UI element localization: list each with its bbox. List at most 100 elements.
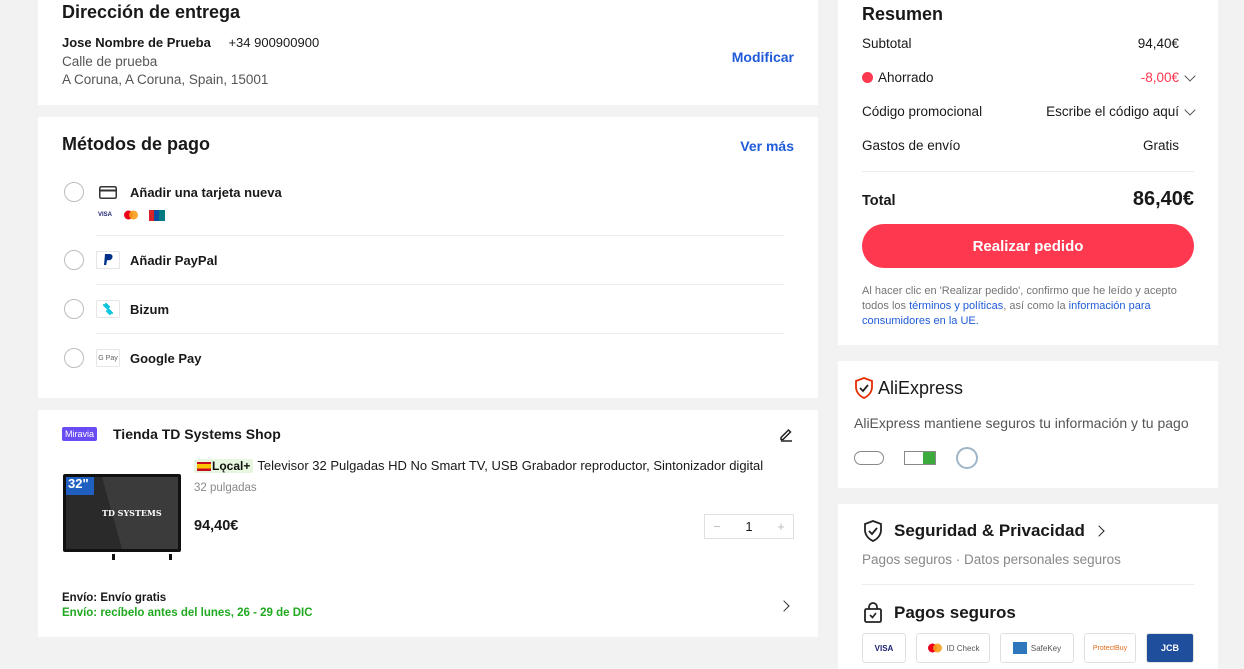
jcb-secure-badge: JCB: [1146, 633, 1194, 663]
address-title: Dirección de entrega: [62, 2, 241, 22]
security-subtitle: Pagos seguros · Datos personales seguros: [862, 552, 1121, 567]
divider: [862, 171, 1194, 172]
radio-card[interactable]: [64, 182, 84, 202]
payment-option-label: Bizum: [130, 302, 169, 317]
radio-google-pay[interactable]: [64, 348, 84, 368]
chevron-right-icon[interactable]: [778, 600, 790, 612]
address-name: Jose Nombre de Prueba +34 900900900: [62, 35, 319, 50]
protectbuy-badge: ProtectBuy: [1084, 633, 1136, 663]
terms-link[interactable]: términos y políticas: [909, 300, 1003, 312]
shipping-cost-label: Gastos de envío: [862, 138, 961, 153]
secure-payments-title: Pagos seguros: [894, 603, 1016, 622]
summary-card: Resumen Subtotal 94,40€ Ahorrado -8,00€ …: [838, 0, 1218, 345]
shop-card: Miravia Tienda TD Systems Shop 32" TD SY…: [38, 410, 818, 637]
local-badge-text: Lǫcal+: [212, 459, 251, 473]
total-label: Total: [862, 193, 896, 209]
card-brands: VISA: [96, 210, 166, 221]
modify-address-link[interactable]: Modificar: [732, 49, 794, 65]
product-title-row[interactable]: Lǫcal+ Televisor 32 Pulgadas HD No Smart…: [194, 458, 794, 478]
subtotal-label: Subtotal: [862, 36, 912, 51]
bizum-icon: [96, 300, 120, 318]
spain-flag-icon: [197, 462, 211, 471]
qty-decrease-button[interactable]: −: [705, 519, 729, 534]
amex-safekey-badge: SafeKey: [1000, 633, 1074, 663]
shipping-label: Envío: Envío gratis: [62, 592, 167, 604]
divider: [96, 235, 784, 236]
place-order-button[interactable]: Realizar pedido: [862, 224, 1194, 268]
certification-badge-icon: [956, 447, 978, 469]
payment-option-label: Añadir PayPal: [130, 253, 218, 268]
payment-option-card[interactable]: Añadir una tarjeta nueva VISA: [38, 180, 818, 232]
idcheck-text: ID Check: [946, 643, 980, 653]
radio-bizum[interactable]: [64, 299, 84, 319]
aliexpress-header: AliExpress: [854, 377, 963, 399]
see-more-link[interactable]: Ver más: [740, 138, 794, 154]
product-image[interactable]: 32" TD SYSTEMS: [62, 472, 182, 562]
mastercard-idcheck-badge: ID Check: [916, 633, 990, 663]
edit-icon[interactable]: [778, 426, 794, 442]
local-badge: Lǫcal+: [194, 459, 254, 473]
safekey-text: SafeKey: [1030, 643, 1062, 653]
subtotal-value: 94,40€: [1137, 36, 1179, 51]
trust-badges: [854, 447, 978, 469]
shield-check-icon: [862, 520, 884, 542]
tv-size-label: 32": [68, 476, 89, 491]
product-price: 94,40€: [194, 518, 239, 534]
aliexpress-text: AliExpress mantiene seguros tu informaci…: [854, 415, 1189, 431]
address-street: Calle de prueba: [62, 54, 158, 69]
aliexpress-brand: AliExpress: [878, 377, 964, 398]
divider: [96, 284, 784, 285]
promo-label: Código promocional: [862, 104, 983, 119]
delivery-estimate: Envío: recíbelo antes del lunes, 26 - 29…: [62, 607, 313, 619]
divider: [862, 584, 1194, 585]
promo-input[interactable]: Escribe el código aquí: [1046, 104, 1179, 119]
recipient-phone: +34 900900900: [228, 35, 320, 50]
shopping-bag-icon: [862, 602, 884, 624]
divider: [96, 333, 784, 334]
paypal-icon: [96, 251, 120, 269]
payment-option-google-pay[interactable]: G Pay Google Pay: [38, 347, 818, 387]
payment-card: Métodos de pago Ver más Añadir una tarje…: [38, 117, 818, 398]
security-title: Seguridad & Privacidad: [894, 521, 1085, 540]
miravia-badge: Miravia: [62, 427, 98, 441]
visa-icon: VISA: [97, 212, 112, 218]
legal-text-part: , así como la: [1003, 300, 1069, 312]
total-value: 86,40€: [1132, 188, 1194, 210]
radio-paypal[interactable]: [64, 250, 84, 270]
qty-value[interactable]: 1: [729, 519, 769, 534]
saved-label: Ahorrado: [878, 70, 934, 85]
payment-option-paypal[interactable]: Añadir PayPal: [38, 249, 818, 289]
payment-option-label: Añadir una tarjeta nueva: [130, 185, 282, 200]
secure-payments-header: Pagos seguros: [862, 602, 1016, 624]
credit-card-icon: [96, 183, 120, 201]
qty-increase-button[interactable]: +: [769, 519, 793, 534]
shipping-cost-value: Gratis: [1142, 138, 1179, 153]
product-variant: 32 pulgadas: [194, 482, 257, 494]
certification-badge-icon: [854, 451, 884, 465]
shield-check-icon: [854, 377, 874, 399]
security-header[interactable]: Seguridad & Privacidad: [862, 520, 1105, 542]
security-card: Seguridad & Privacidad Pagos seguros · D…: [838, 504, 1218, 669]
discount-icon: [862, 72, 873, 83]
unionpay-icon: [148, 210, 166, 221]
address-card: Dirección de entrega Jose Nombre de Prue…: [38, 0, 818, 105]
saved-label-wrap: Ahorrado: [862, 70, 934, 85]
payment-security-badges: VISA ID Check SafeKey ProtectBuy JCB: [862, 633, 1194, 665]
tv-brand-label: TD SYSTEMS: [102, 508, 162, 518]
payment-option-bizum[interactable]: Bizum: [38, 298, 818, 338]
summary-title: Resumen: [862, 4, 944, 24]
chevron-down-icon[interactable]: [1184, 70, 1196, 82]
visa-secure-badge: VISA: [862, 633, 906, 663]
google-pay-icon: G Pay: [96, 349, 120, 367]
quantity-stepper[interactable]: − 1 +: [704, 514, 794, 539]
shop-name[interactable]: Tienda TD Systems Shop: [113, 426, 281, 442]
mastercard-icon: [122, 210, 140, 221]
payment-title: Métodos de pago: [62, 134, 210, 154]
address-city: A Coruna, A Coruna, Spain, 15001: [62, 72, 269, 87]
chevron-down-icon[interactable]: [1184, 104, 1196, 116]
chevron-right-icon: [1093, 525, 1105, 537]
legal-text: Al hacer clic en 'Realizar pedido', conf…: [862, 284, 1196, 329]
product-title: Televisor 32 Pulgadas HD No Smart TV, US…: [257, 458, 764, 473]
amex-icon: [1012, 642, 1027, 654]
recipient-name: Jose Nombre de Prueba: [62, 35, 211, 50]
